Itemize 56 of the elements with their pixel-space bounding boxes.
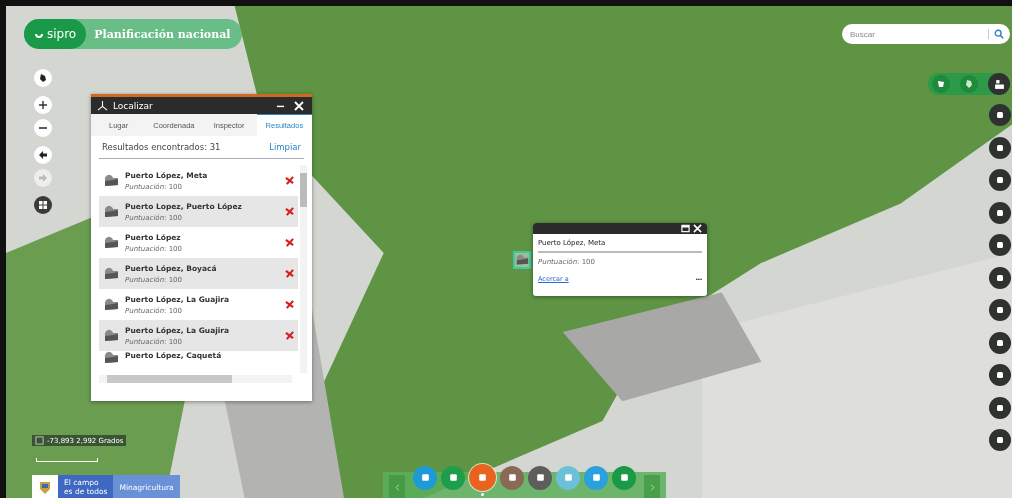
scrollbar[interactable] (300, 165, 307, 373)
mailbox-icon (103, 235, 119, 250)
tool-icon (618, 472, 630, 483)
grid-icon (38, 200, 48, 210)
scale-bar (36, 458, 98, 462)
delete-icon[interactable] (285, 176, 294, 185)
grid-icon (35, 436, 44, 445)
tool-icon (419, 472, 431, 483)
search-button[interactable] (988, 24, 1010, 44)
chevron-left-icon (393, 483, 401, 491)
tool-icon (506, 472, 518, 483)
tool-icon (534, 472, 546, 483)
app-title: Planificación nacional (94, 27, 231, 41)
toolbar-button[interactable] (469, 464, 496, 491)
delete-icon[interactable] (285, 238, 294, 247)
mailbox-icon (103, 297, 119, 312)
maximize-icon (681, 224, 690, 233)
tool-icon (562, 472, 574, 483)
map-button[interactable] (932, 75, 950, 93)
delete-icon[interactable] (285, 300, 294, 309)
tool-icon (477, 472, 488, 483)
mailbox-icon (515, 253, 529, 267)
mailbox-icon (103, 351, 119, 365)
right-arrow-icon (38, 173, 48, 183)
left-arrow-icon (38, 150, 48, 160)
plus-icon (38, 100, 48, 110)
mailbox-icon (103, 204, 119, 219)
close-button[interactable] (693, 223, 702, 234)
close-icon (294, 100, 304, 111)
region-map-icon (964, 79, 974, 89)
panel-title: Localizar (113, 100, 154, 111)
clear-link[interactable]: Limpiar (269, 142, 301, 152)
region-button[interactable] (960, 75, 978, 93)
delete-icon[interactable] (285, 269, 294, 278)
app-logo[interactable]: sipro (24, 19, 87, 49)
delete-icon[interactable] (285, 331, 294, 340)
locate-icon (97, 100, 108, 111)
tool-icon (590, 472, 602, 483)
active-indicator (481, 493, 484, 496)
location-marker[interactable] (513, 251, 531, 269)
tool-icon (447, 472, 459, 483)
delete-icon[interactable] (285, 207, 294, 216)
mailbox-icon (103, 266, 119, 281)
mailbox-icon (103, 173, 119, 188)
scrollbar[interactable] (99, 375, 292, 383)
close-button[interactable] (292, 100, 306, 111)
country-map-icon (38, 73, 48, 83)
mailbox-icon (103, 328, 119, 343)
basemap-button[interactable] (988, 73, 1010, 95)
maximize-button[interactable] (681, 223, 690, 234)
results-count: Resultados encontrados: 31 (102, 142, 221, 152)
chevron-right-icon (648, 483, 656, 491)
shield-icon (38, 479, 52, 495)
search-field[interactable]: Buscar (842, 24, 988, 44)
basemap-icon (993, 78, 1005, 90)
map-icon (936, 79, 946, 89)
